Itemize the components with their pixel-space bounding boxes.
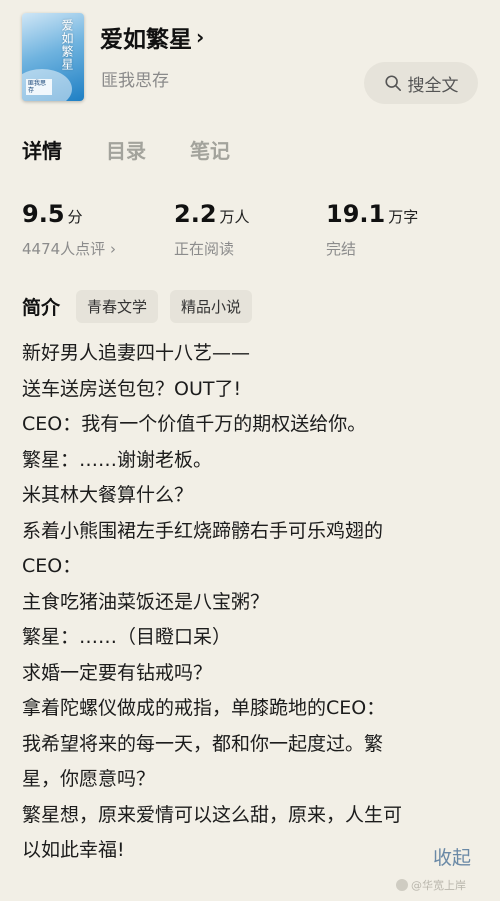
readers-value: 2.2	[174, 200, 217, 228]
description-line: 求婚一定要有钻戒吗？	[22, 661, 213, 684]
book-author[interactable]: 匪我思存	[101, 66, 169, 91]
completion-status: 完结	[326, 240, 357, 258]
genre-tag[interactable]: 精品小说	[170, 290, 253, 323]
description-line: 拿着陀螺仪做成的戒指，单膝跪地的CEO：	[22, 697, 386, 719]
cover-author: 匪我思存	[26, 79, 52, 95]
collapse-button[interactable]: 收起	[433, 843, 471, 870]
rating-stat[interactable]: 9.5 分 4474人点评 ›	[22, 200, 116, 259]
description-line: 系着小熊围裙左手红烧蹄髈右手可乐鸡翅的	[22, 519, 384, 542]
tab-contents[interactable]: 目录	[106, 135, 146, 164]
watermark-logo-icon	[396, 879, 408, 891]
book-header: 爱如繁星 匪我思存 爱如繁星 › 匪我思存 搜全文	[0, 0, 500, 115]
description-line: 我希望将来的每一天，都和你一起度过。繁	[22, 732, 384, 755]
rating-count: 4474人点评 ›	[22, 240, 116, 258]
search-icon	[384, 75, 401, 92]
intro-header: 简介 青春文学 精品小说	[22, 290, 253, 323]
search-label: 搜全文	[407, 75, 459, 96]
watermark: @华宽上岸	[396, 877, 466, 893]
book-stats: 9.5 分 4474人点评 › 2.2 万人 正在阅读 19.1 万字 完结	[22, 200, 482, 270]
book-description: 新好男人追妻四十八艺—— 送车送房送包包？OUT了! CEO：我有一个价值千万的…	[22, 336, 482, 869]
description-line: 繁星：……（目瞪口呆）	[22, 626, 232, 648]
words-stat: 19.1 万字 完结	[326, 200, 418, 259]
readers-label: 正在阅读	[174, 240, 235, 258]
tab-notes[interactable]: 笔记	[190, 135, 230, 164]
rating-value: 9.5	[22, 200, 65, 228]
search-full-text-button[interactable]: 搜全文	[364, 62, 478, 104]
words-value: 19.1	[326, 200, 386, 228]
book-title-link[interactable]: 爱如繁星 ›	[100, 20, 204, 54]
description-line: 送车送房送包包？OUT了!	[22, 377, 242, 400]
genre-tag[interactable]: 青春文学	[76, 290, 159, 323]
description-line: 新好男人追妻四十八艺——	[22, 342, 251, 364]
description-line: 以如此幸福!	[22, 839, 125, 861]
description-line: 繁星：……谢谢老板。	[22, 448, 213, 471]
words-unit: 万字	[388, 208, 419, 226]
description-line: 繁星想，原来爱情可以这么甜，原来，人生可	[22, 803, 403, 826]
description-line: 米其林大餐算什么？	[22, 484, 194, 506]
readers-stat: 2.2 万人 正在阅读	[174, 200, 250, 259]
rating-unit: 分	[67, 208, 83, 226]
chevron-right-icon: ›	[196, 25, 205, 49]
cover-title: 爱如繁星	[60, 19, 74, 71]
description-line: CEO：	[22, 555, 82, 577]
description-line: 主食吃猪油菜饭还是八宝粥？	[22, 590, 270, 613]
book-cover[interactable]: 爱如繁星 匪我思存	[22, 13, 84, 101]
tab-details[interactable]: 详情	[22, 135, 62, 164]
readers-unit: 万人	[219, 208, 250, 226]
intro-label: 简介	[22, 297, 61, 319]
description-line: CEO：我有一个价值千万的期权送给你。	[22, 413, 367, 435]
tab-bar: 详情 目录 笔记	[22, 135, 230, 164]
watermark-text: @华宽上岸	[411, 879, 466, 892]
book-title: 爱如繁星	[100, 27, 192, 53]
description-line: 星，你愿意吗？	[22, 768, 156, 790]
